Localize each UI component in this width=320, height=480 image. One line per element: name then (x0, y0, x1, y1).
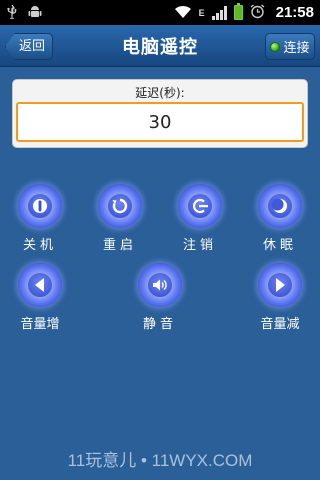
power-icon (33, 199, 47, 213)
volume-down-icon (276, 278, 285, 292)
restart-label: 重启 (102, 238, 137, 253)
restart-icon (112, 198, 128, 214)
clock: 21:58 (275, 4, 314, 21)
back-button[interactable]: 返回 (5, 33, 53, 60)
logout-button[interactable] (178, 184, 222, 228)
volume-up-button[interactable] (18, 263, 62, 307)
title-bar: 返回 电脑遥控 连接 (0, 25, 320, 67)
usb-icon (6, 4, 18, 22)
wifi-icon (174, 5, 192, 21)
connection-status-icon (270, 41, 281, 52)
sleep-label: 休眠 (262, 238, 297, 253)
volume-down-button[interactable] (258, 263, 302, 307)
page-title: 电脑遥控 (122, 36, 198, 58)
volume-down-label: 音量减 (260, 317, 300, 332)
delay-label: 延迟(秒): (135, 86, 185, 100)
volume-up-icon (35, 278, 44, 292)
watermark: 11玩意儿 • 11WYX.COM (67, 451, 253, 470)
battery-icon (233, 3, 243, 20)
logout-label: 注销 (182, 238, 217, 253)
android-icon (28, 5, 42, 21)
delay-panel: 延迟(秒): (12, 79, 308, 148)
sleep-icon (271, 198, 287, 213)
status-bar: E 21:58 (0, 0, 320, 25)
connect-button-label: 连接 (283, 41, 310, 56)
volume-up-label: 音量增 (20, 317, 60, 332)
shutdown-label: 关机 (22, 238, 57, 253)
alarm-icon (250, 4, 265, 21)
shutdown-button[interactable] (18, 184, 62, 228)
logout-icon (192, 198, 208, 214)
signal-icon (211, 5, 227, 20)
connect-button[interactable]: 连接 (265, 33, 315, 60)
sleep-button[interactable] (258, 184, 302, 228)
restart-button[interactable] (98, 184, 142, 228)
mute-icon (153, 279, 167, 291)
mute-label: 静音 (142, 317, 177, 332)
network-type: E (198, 7, 205, 18)
mute-button[interactable] (138, 263, 182, 307)
delay-input[interactable] (16, 102, 304, 142)
